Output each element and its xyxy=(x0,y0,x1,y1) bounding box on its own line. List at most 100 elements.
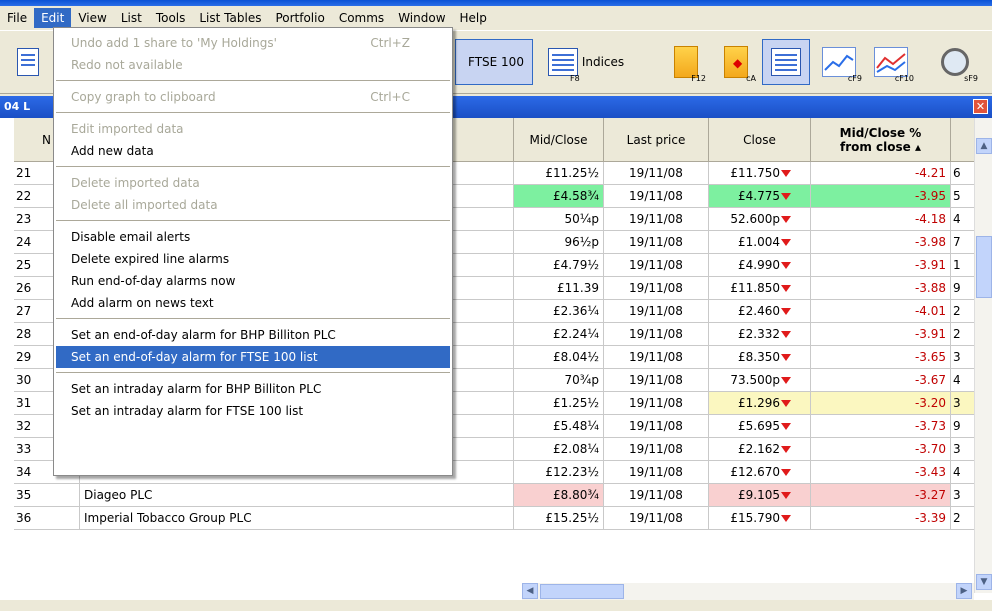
scroll-up-icon[interactable]: ▲ xyxy=(976,138,992,154)
menu-item-label: Add new data xyxy=(71,144,154,158)
horizontal-scroll-thumb[interactable] xyxy=(540,584,624,599)
column-header-pct-line2: from close ▴ xyxy=(839,139,922,154)
menu-item-set-an-end-of-day-alarm-for-bhp-billiton-plc[interactable]: Set an end-of-day alarm for BHP Billiton… xyxy=(56,324,450,346)
vertical-scroll-thumb[interactable] xyxy=(976,236,992,298)
menu-edit[interactable]: Edit xyxy=(34,8,72,28)
menu-item-add-new-data[interactable]: Add new data xyxy=(56,140,450,162)
menu-item-undo-add-1-share-to-my-holdings[interactable]: Undo add 1 share to 'My Holdings' Ctrl+Z xyxy=(56,32,450,54)
cell-close: £11.850 xyxy=(709,277,811,300)
cell-name: Imperial Tobacco Group PLC xyxy=(80,507,514,530)
menu-portfolio[interactable]: Portfolio xyxy=(268,8,331,28)
magnifier-icon xyxy=(941,48,969,76)
list-view-icon xyxy=(771,48,801,76)
cell-mid: £8.80¾ xyxy=(514,484,604,507)
cell-n: 35 xyxy=(14,484,80,507)
cell-extra: 1 xyxy=(951,254,974,277)
cf10-key-label: cF10 xyxy=(894,74,914,83)
menu-item-delete-all-imported-data[interactable]: Delete all imported data xyxy=(56,194,450,216)
cell-close-value: 52.600p xyxy=(730,212,780,226)
menu-item-copy-graph-to-clipboard[interactable]: Copy graph to clipboard Ctrl+C xyxy=(56,86,450,108)
menu-item-edit-imported-data[interactable]: Edit imported data xyxy=(56,118,450,140)
down-arrow-icon xyxy=(781,285,791,292)
cell-extra: 6 xyxy=(951,162,974,185)
cell-extra: 4 xyxy=(951,461,974,484)
table-row[interactable]: 36 Imperial Tobacco Group PLC £15.25½ 19/11… xyxy=(14,507,974,530)
cell-mid: £4.58¾ xyxy=(514,185,604,208)
scroll-left-icon[interactable]: ◀ xyxy=(522,583,538,599)
scroll-down-icon[interactable]: ▼ xyxy=(976,574,992,590)
cell-last: 19/11/08 xyxy=(604,507,709,530)
menu-item-set-an-intraday-alarm-for-ftse-100-list[interactable]: Set an intraday alarm for FTSE 100 list xyxy=(56,400,450,422)
menu-help[interactable]: Help xyxy=(453,8,494,28)
table-row[interactable]: 35 Diageo PLC £8.80¾ 19/11/08 £9.105 -3.27 3 xyxy=(14,484,974,507)
f8-key-label: F8 xyxy=(570,74,580,83)
comparison-graph-button[interactable]: cF10 xyxy=(866,39,916,85)
folder-button[interactable]: F12 xyxy=(664,39,708,85)
vertical-scrollbar[interactable]: ▲ ▼ xyxy=(974,118,992,593)
column-header-mid-close[interactable]: Mid/Close xyxy=(514,118,604,162)
cell-extra: 9 xyxy=(951,277,974,300)
down-arrow-icon xyxy=(781,193,791,200)
menu-item-delete-expired-line-alarms[interactable]: Delete expired line alarms xyxy=(56,248,450,270)
horizontal-scrollbar[interactable]: ◀ ▶ xyxy=(522,583,974,600)
list-view-button[interactable] xyxy=(762,39,810,85)
cell-last: 19/11/08 xyxy=(604,346,709,369)
column-header-close[interactable]: Close xyxy=(709,118,811,162)
menu-file[interactable]: File xyxy=(0,8,34,28)
cell-last: 19/11/08 xyxy=(604,369,709,392)
ca-key-label: cA xyxy=(746,74,756,83)
column-header-last-price[interactable]: Last price xyxy=(604,118,709,162)
cell-pct-value: -3.73 xyxy=(914,419,946,433)
cell-pct-from-close: -3.73 xyxy=(811,415,951,438)
column-header-pct-from-close[interactable]: Mid/Close % from close ▴ xyxy=(811,118,951,162)
menu-item-delete-imported-data[interactable]: Delete imported data xyxy=(56,172,450,194)
menu-separator xyxy=(56,220,450,221)
cell-extra: 3 xyxy=(951,346,974,369)
down-arrow-icon xyxy=(781,492,791,499)
menu-list-tables[interactable]: List Tables xyxy=(192,8,268,28)
cell-close: 73.500p xyxy=(709,369,811,392)
menu-item-set-an-end-of-day-alarm-for-ftse-100-list[interactable]: Set an end-of-day alarm for FTSE 100 lis… xyxy=(56,346,450,368)
document-button[interactable] xyxy=(8,39,48,85)
graph-button[interactable]: cF9 xyxy=(814,39,864,85)
indices-button[interactable]: Indices F8 xyxy=(538,39,634,85)
cell-pct-value: -3.27 xyxy=(914,488,946,502)
cell-close-value: £8.350 xyxy=(738,350,780,364)
menu-separator xyxy=(56,372,450,373)
column-header-close-label: Close xyxy=(743,132,776,147)
cell-close: £9.105 xyxy=(709,484,811,507)
menu-item-label: Delete imported data xyxy=(71,176,200,190)
scroll-right-icon[interactable]: ▶ xyxy=(956,583,972,599)
cell-close-value: £2.332 xyxy=(738,327,780,341)
cell-pct-from-close: -3.27 xyxy=(811,484,951,507)
menu-item-disable-email-alerts[interactable]: Disable email alerts xyxy=(56,226,450,248)
ftse-100-button[interactable]: FTSE 100 xyxy=(455,39,533,85)
cell-close: £2.460 xyxy=(709,300,811,323)
cell-extra: 2 xyxy=(951,507,974,530)
cell-close-value: £11.750 xyxy=(730,166,780,180)
cell-last: 19/11/08 xyxy=(604,231,709,254)
down-arrow-icon xyxy=(781,377,791,384)
cell-mid: £2.08¼ xyxy=(514,438,604,461)
menu-item-run-end-of-day-alarms-now[interactable]: Run end-of-day alarms now xyxy=(56,270,450,292)
menu-tools[interactable]: Tools xyxy=(149,8,193,28)
down-arrow-icon xyxy=(781,446,791,453)
menu-item-set-an-intraday-alarm-for-bhp-billiton-plc[interactable]: Set an intraday alarm for BHP Billiton P… xyxy=(56,378,450,400)
menu-item-redo-not-available[interactable]: Redo not available xyxy=(56,54,450,76)
indices-label: Indices xyxy=(581,55,625,69)
menu-list[interactable]: List xyxy=(114,8,149,28)
cell-pct-from-close: -3.88 xyxy=(811,277,951,300)
cell-pct-value: -3.43 xyxy=(914,465,946,479)
menu-comms[interactable]: Comms xyxy=(332,8,391,28)
alarm-folder-button[interactable]: ◆ cA xyxy=(714,39,758,85)
search-button[interactable]: sF9 xyxy=(930,39,980,85)
menu-view[interactable]: View xyxy=(71,8,113,28)
cell-extra: 3 xyxy=(951,438,974,461)
column-header-mid-close-label: Mid/Close xyxy=(529,132,588,147)
cell-pct-value: -3.98 xyxy=(914,235,946,249)
close-icon[interactable]: ✕ xyxy=(973,99,988,114)
menu-window[interactable]: Window xyxy=(391,8,452,28)
column-header-extra[interactable] xyxy=(951,118,974,162)
menu-item-add-alarm-on-news-text[interactable]: Add alarm on news text xyxy=(56,292,450,314)
down-arrow-icon xyxy=(781,308,791,315)
